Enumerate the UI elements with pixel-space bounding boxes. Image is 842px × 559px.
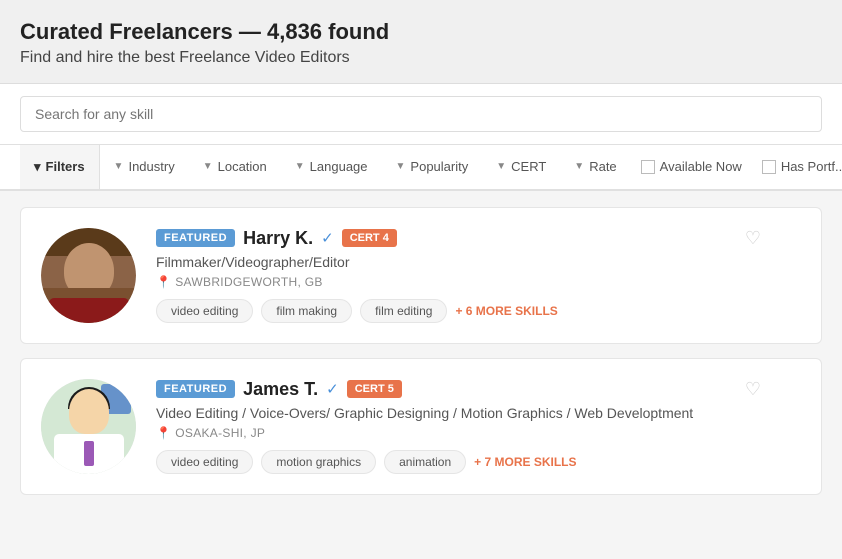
avatar-james [41,379,136,474]
skill-tag-2-harry[interactable]: film making [261,299,352,323]
freelancer-title-harry: Filmmaker/Videographer/Editor [156,254,801,270]
wishlist-heart-james[interactable]: ♡ [745,379,761,400]
filters-main-button[interactable]: ▾ Filters [20,145,100,189]
location-text-harry: SAWBRIDGEWORTH, GB [175,275,322,289]
chevron-cert-icon: ▼ [496,161,506,172]
filter-available-now: Available Now [631,159,752,174]
skills-row-james: video editing motion graphics animation … [156,450,801,474]
filter-industry-button[interactable]: ▼ Industry [100,145,189,189]
chevron-language-icon: ▼ [295,161,305,172]
card-content-james: FEATURED James T. ✓ CERT 5 Video Editing… [156,379,801,474]
header-title: Curated Freelancers — 4,836 found [20,18,822,47]
featured-badge-james: FEATURED [156,380,235,398]
skill-tag-1-harry[interactable]: video editing [156,299,253,323]
card-header-harry: FEATURED Harry K. ✓ CERT 4 [156,228,801,249]
filter-language-label: Language [310,159,368,174]
freelancer-card-harry: ♡ FEATURED Harry K. ✓ CERT 4 Filmmaker/V… [20,207,822,344]
card-header-james: FEATURED James T. ✓ CERT 5 [156,379,801,400]
skill-tag-3-james[interactable]: animation [384,450,466,474]
location-pin-icon-james: 📍 [156,426,171,440]
cert-badge-harry: CERT 4 [342,229,397,247]
skills-row-harry: video editing film making film editing +… [156,299,801,323]
filter-rate-label: Rate [589,159,616,174]
filter-cert-button[interactable]: ▼ CERT [482,145,560,189]
skill-tag-2-james[interactable]: motion graphics [261,450,376,474]
freelancer-card-james: ♡ FEATURED James T. ✓ CERT 5 Video Editi… [20,358,822,495]
skill-tag-1-james[interactable]: video editing [156,450,253,474]
location-pin-icon-harry: 📍 [156,275,171,289]
filters-label: Filters [46,159,85,174]
filter-cert-label: CERT [511,159,546,174]
avatar-harry [41,228,136,323]
wishlist-heart-harry[interactable]: ♡ [745,228,761,249]
chevron-rate-icon: ▼ [574,161,584,172]
filter-popularity-button[interactable]: ▼ Popularity [382,145,483,189]
location-text-james: OSAKA-SHI, JP [175,426,265,440]
chevron-location-icon: ▼ [203,161,213,172]
available-now-checkbox[interactable] [641,160,655,174]
filter-industry-label: Industry [128,159,174,174]
filter-language-button[interactable]: ▼ Language [281,145,382,189]
more-skills-james[interactable]: + 7 MORE SKILLS [474,455,576,469]
card-content-harry: FEATURED Harry K. ✓ CERT 4 Filmmaker/Vid… [156,228,801,323]
chevron-popularity-icon: ▼ [396,161,406,172]
filter-popularity-label: Popularity [410,159,468,174]
freelancer-name-james[interactable]: James T. [243,379,318,400]
available-now-label: Available Now [660,159,742,174]
filter-rate-button[interactable]: ▼ Rate [560,145,630,189]
search-input[interactable] [20,96,822,132]
more-skills-harry[interactable]: + 6 MORE SKILLS [455,304,557,318]
header-subtitle: Find and hire the best Freelance Video E… [20,49,822,67]
freelancer-title-james: Video Editing / Voice-Overs/ Graphic Des… [156,405,801,421]
results-section: ♡ FEATURED Harry K. ✓ CERT 4 Filmmaker/V… [0,191,842,525]
has-portfolio-checkbox[interactable] [762,160,776,174]
location-row-harry: 📍 SAWBRIDGEWORTH, GB [156,275,801,289]
skill-tag-3-harry[interactable]: film editing [360,299,447,323]
featured-badge-harry: FEATURED [156,229,235,247]
cert-badge-james: CERT 5 [347,380,402,398]
filter-has-portfolio: Has Portf... [752,159,842,174]
freelancer-name-harry[interactable]: Harry K. [243,228,313,249]
chevron-industry-icon: ▼ [114,161,124,172]
verified-icon-harry: ✓ [321,229,334,247]
verified-icon-james: ✓ [326,380,339,398]
header-section: Curated Freelancers — 4,836 found Find a… [0,0,842,84]
search-section [0,84,842,145]
filter-icon: ▾ [34,159,41,175]
has-portfolio-label: Has Portf... [781,159,842,174]
filters-bar: ▾ Filters ▼ Industry ▼ Location ▼ Langua… [0,145,842,191]
filter-location-button[interactable]: ▼ Location [189,145,281,189]
location-row-james: 📍 OSAKA-SHI, JP [156,426,801,440]
filter-location-label: Location [218,159,267,174]
